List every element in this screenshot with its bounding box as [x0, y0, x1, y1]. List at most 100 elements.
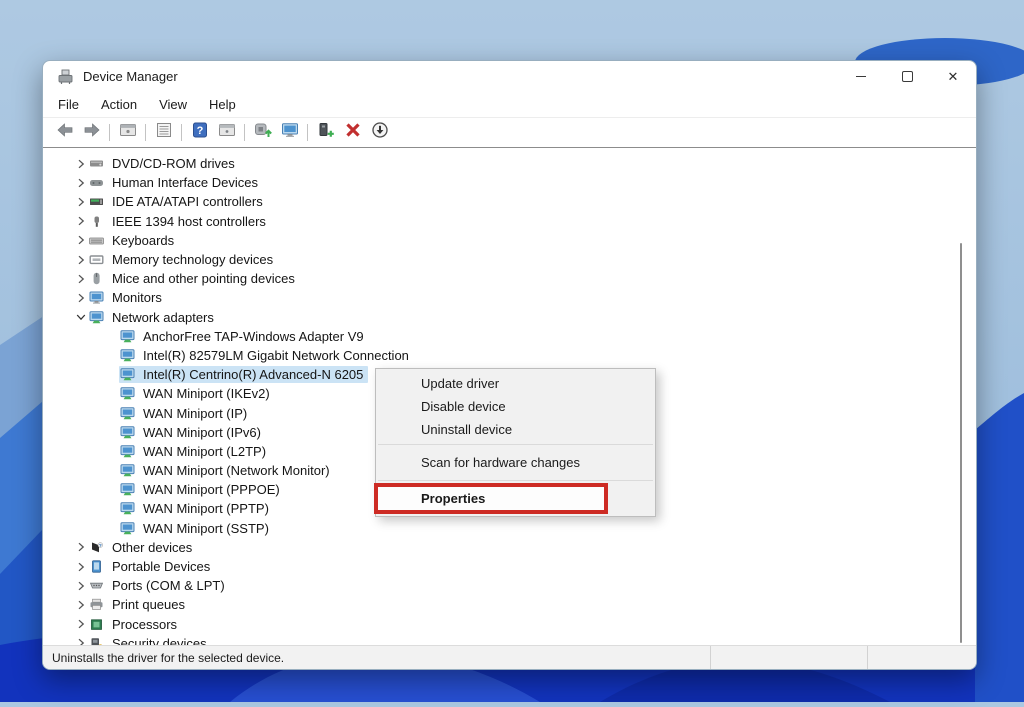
- chevron-right-icon[interactable]: [73, 540, 88, 555]
- minimize-button[interactable]: [838, 61, 884, 91]
- scrollbar[interactable]: [960, 243, 962, 643]
- title-bar[interactable]: Device Manager ✕: [43, 61, 976, 91]
- tree-item-content[interactable]: Ports (COM & LPT): [88, 577, 230, 594]
- close-button[interactable]: ✕: [930, 61, 976, 91]
- svg-text:?: ?: [99, 543, 102, 549]
- minimize-icon: [856, 76, 866, 77]
- tree-item-content[interactable]: Intel(R) 82579LM Gigabit Network Connect…: [119, 347, 414, 364]
- tree-item-keyboards[interactable]: Keyboards: [43, 231, 976, 250]
- tree-item-content[interactable]: WAN Miniport (IKEv2): [119, 385, 275, 402]
- tree-item-content[interactable]: Memory technology devices: [88, 251, 278, 268]
- help-button[interactable]: ?: [186, 121, 213, 145]
- chevron-right-icon[interactable]: [73, 252, 88, 267]
- toolbar-separator: [109, 124, 110, 141]
- context-menu-item-scan-for-hardware-changes[interactable]: Scan for hardware changes: [376, 448, 655, 477]
- menu-action[interactable]: Action: [90, 94, 148, 115]
- tree-item-label: Print queues: [112, 597, 185, 612]
- tree-item-content[interactable]: IDE ATA/ATAPI controllers: [88, 193, 268, 210]
- tree-item-label: WAN Miniport (IPv6): [143, 425, 261, 440]
- tree-item-content[interactable]: Security devices: [88, 635, 212, 645]
- chevron-right-icon[interactable]: [73, 290, 88, 305]
- tree-item-portable-devices[interactable]: Portable Devices: [43, 557, 976, 576]
- selected-tree-item-content[interactable]: Intel(R) Centrino(R) Advanced-N 6205: [119, 366, 368, 383]
- tree-item-mice-and-other-pointing-devices[interactable]: Mice and other pointing devices: [43, 269, 976, 288]
- network-adapter-icon: [120, 387, 136, 401]
- tree-item-ide-ata-atapi-controllers[interactable]: IDE ATA/ATAPI controllers: [43, 192, 976, 211]
- window-title: Device Manager: [83, 69, 178, 84]
- maximize-button[interactable]: [884, 61, 930, 91]
- tree-item-processors[interactable]: Processors: [43, 615, 976, 634]
- tree-item-ports-com-lpt[interactable]: Ports (COM & LPT): [43, 576, 976, 595]
- tree-item-intel-r-82579lm-gigabit-network-connection[interactable]: Intel(R) 82579LM Gigabit Network Connect…: [43, 346, 976, 365]
- tree-item-content[interactable]: Print queues: [88, 596, 190, 613]
- tree-item-label: WAN Miniport (IP): [143, 406, 247, 421]
- tree-item-content[interactable]: WAN Miniport (IPv6): [119, 424, 266, 441]
- chevron-right-icon[interactable]: [73, 636, 88, 645]
- chevron-right-icon[interactable]: [73, 156, 88, 171]
- tree-item-content[interactable]: Monitors: [88, 289, 167, 306]
- tree-item-ieee-1394-host-controllers[interactable]: IEEE 1394 host controllers: [43, 212, 976, 231]
- context-menu-item-uninstall-device[interactable]: Uninstall device: [376, 418, 655, 441]
- context-menu-item-update-driver[interactable]: Update driver: [376, 372, 655, 395]
- menu-help[interactable]: Help: [198, 94, 247, 115]
- tree-item-label: Intel(R) 82579LM Gigabit Network Connect…: [143, 348, 409, 363]
- tree-item-content[interactable]: WAN Miniport (SSTP): [119, 520, 274, 537]
- context-menu-item-disable-device[interactable]: Disable device: [376, 395, 655, 418]
- tree-item-other-devices[interactable]: ?Other devices: [43, 538, 976, 557]
- tree-item-content[interactable]: DVD/CD-ROM drives: [88, 155, 240, 172]
- tree-item-anchorfree-tap-windows-adapter-v9[interactable]: AnchorFree TAP-Windows Adapter V9: [43, 327, 976, 346]
- tree-item-content[interactable]: Mice and other pointing devices: [88, 270, 300, 287]
- chevron-right-icon[interactable]: [73, 175, 88, 190]
- export-button[interactable]: [213, 121, 240, 145]
- monitor-icon: [89, 291, 105, 305]
- tree-item-content[interactable]: AnchorFree TAP-Windows Adapter V9: [119, 328, 369, 345]
- tree-item-content[interactable]: Keyboards: [88, 232, 179, 249]
- disable-button[interactable]: [366, 121, 393, 145]
- tree-item-content[interactable]: WAN Miniport (PPPOE): [119, 481, 285, 498]
- tree-item-content[interactable]: WAN Miniport (L2TP): [119, 443, 271, 460]
- chevron-right-icon[interactable]: [73, 233, 88, 248]
- tree-item-memory-technology-devices[interactable]: Memory technology devices: [43, 250, 976, 269]
- tree-item-monitors[interactable]: Monitors: [43, 288, 976, 307]
- tree-item-label: WAN Miniport (Network Monitor): [143, 463, 330, 478]
- menu-view[interactable]: View: [148, 94, 198, 115]
- context-menu-item-properties[interactable]: Properties: [376, 484, 655, 513]
- tree-item-content[interactable]: WAN Miniport (Network Monitor): [119, 462, 335, 479]
- back-button[interactable]: [51, 121, 78, 145]
- tree-item-content[interactable]: Processors: [88, 616, 182, 633]
- chevron-right-icon[interactable]: [73, 271, 88, 286]
- chevron-right-icon[interactable]: [73, 597, 88, 612]
- hid-icon: [89, 176, 105, 190]
- chevron-right-icon[interactable]: [73, 559, 88, 574]
- tree-item-content[interactable]: WAN Miniport (IP): [119, 405, 252, 422]
- chevron-right-icon[interactable]: [73, 617, 88, 632]
- tree-item-security-devices[interactable]: Security devices: [43, 634, 976, 645]
- chevron-right-icon[interactable]: [73, 214, 88, 229]
- network-adapter-icon: [120, 368, 136, 382]
- list-view-button[interactable]: [150, 121, 177, 145]
- tree-item-network-adapters[interactable]: Network adapters: [43, 308, 976, 327]
- show-window-button[interactable]: [114, 121, 141, 145]
- tree-item-content[interactable]: ?Other devices: [88, 539, 197, 556]
- tree-item-wan-miniport-sstp[interactable]: WAN Miniport (SSTP): [43, 519, 976, 538]
- uninstall-button[interactable]: [339, 121, 366, 145]
- forward-button[interactable]: [78, 121, 105, 145]
- chevron-right-icon[interactable]: [73, 194, 88, 209]
- tree-item-label: Memory technology devices: [112, 252, 273, 267]
- tree-item-label: IDE ATA/ATAPI controllers: [112, 194, 263, 209]
- tree-item-content[interactable]: Network adapters: [88, 309, 219, 326]
- tree-item-print-queues[interactable]: Print queues: [43, 595, 976, 614]
- menu-file[interactable]: File: [47, 94, 90, 115]
- tree-item-content[interactable]: Portable Devices: [88, 558, 215, 575]
- tree-item-content[interactable]: WAN Miniport (PPTP): [119, 500, 274, 517]
- chevron-down-icon[interactable]: [73, 310, 88, 325]
- update-driver-button[interactable]: [249, 121, 276, 145]
- tree-item-content[interactable]: IEEE 1394 host controllers: [88, 213, 271, 230]
- chevron-right-icon[interactable]: [73, 578, 88, 593]
- computer-button[interactable]: [276, 121, 303, 145]
- tree-item-content[interactable]: Human Interface Devices: [88, 174, 263, 191]
- tree-item-human-interface-devices[interactable]: Human Interface Devices: [43, 173, 976, 192]
- scan-hardware-button[interactable]: [312, 121, 339, 145]
- tree-item-dvd-cd-rom-drives[interactable]: DVD/CD-ROM drives: [43, 154, 976, 173]
- status-bar-divider: [710, 646, 711, 669]
